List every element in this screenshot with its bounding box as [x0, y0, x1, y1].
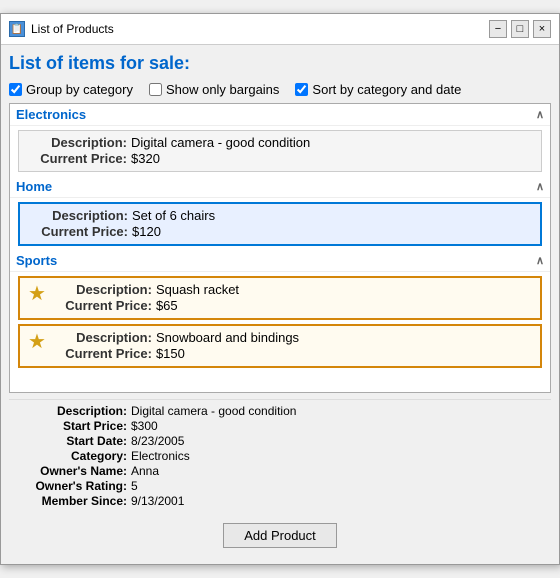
product-description-row: Description: Set of 6 chairs — [28, 208, 532, 223]
show-only-bargains-input[interactable] — [149, 83, 162, 96]
product-price-row: Current Price: $320 — [27, 151, 533, 166]
detail-panel: Description: Digital camera - good condi… — [9, 399, 551, 513]
product-description-row: Description: Digital camera - good condi… — [27, 135, 533, 150]
category-header-sports: Sports ∧ — [10, 250, 550, 272]
description-value: Digital camera - good condition — [131, 135, 310, 150]
price-value: $150 — [156, 346, 185, 361]
category-header-home: Home ∧ — [10, 176, 550, 198]
detail-category-label: Category: — [17, 449, 127, 463]
detail-member-since-row: Member Since: 9/13/2001 — [17, 494, 543, 508]
list-item[interactable]: ★ Description: Squash racket Current Pri… — [18, 276, 542, 320]
sports-collapse-icon[interactable]: ∧ — [536, 254, 544, 267]
product-price-row: Current Price: $65 — [52, 298, 532, 313]
sort-by-category-date-checkbox[interactable]: Sort by category and date — [295, 82, 461, 97]
detail-description-row: Description: Digital camera - good condi… — [17, 404, 543, 418]
detail-owner-name-value: Anna — [131, 464, 159, 478]
detail-category-row: Category: Electronics — [17, 449, 543, 463]
detail-category-value: Electronics — [131, 449, 190, 463]
description-label: Description: — [28, 208, 128, 223]
detail-owner-rating-label: Owner's Rating: — [17, 479, 127, 493]
detail-owner-rating-row: Owner's Rating: 5 — [17, 479, 543, 493]
product-list: Electronics ∧ Description: Digital camer… — [9, 103, 551, 393]
detail-start-date-value: 8/23/2005 — [131, 434, 184, 448]
close-button[interactable]: × — [533, 20, 551, 38]
group-by-category-label: Group by category — [26, 82, 133, 97]
price-label: Current Price: — [52, 298, 152, 313]
toolbar: Group by category Show only bargains Sor… — [9, 82, 551, 97]
show-only-bargains-checkbox[interactable]: Show only bargains — [149, 82, 279, 97]
description-value: Snowboard and bindings — [156, 330, 299, 345]
list-item[interactable]: ★ Description: Snowboard and bindings Cu… — [18, 324, 542, 368]
detail-member-since-label: Member Since: — [17, 494, 127, 508]
category-name-home: Home — [16, 179, 52, 194]
price-label: Current Price: — [52, 346, 152, 361]
detail-owner-name-label: Owner's Name: — [17, 464, 127, 478]
title-bar-left: 📋 List of Products — [9, 21, 114, 37]
title-bar-controls: − □ × — [489, 20, 551, 38]
description-label: Description: — [52, 330, 152, 345]
product-description-row: Description: Squash racket — [52, 282, 532, 297]
product-description-row: Description: Snowboard and bindings — [52, 330, 532, 345]
maximize-button[interactable]: □ — [511, 20, 529, 38]
description-label: Description: — [52, 282, 152, 297]
bottom-bar: Add Product — [9, 519, 551, 556]
add-product-button[interactable]: Add Product — [223, 523, 337, 548]
show-only-bargains-label: Show only bargains — [166, 82, 279, 97]
title-bar: 📋 List of Products − □ × — [1, 14, 559, 45]
detail-start-price-label: Start Price: — [17, 419, 127, 433]
category-header-electronics: Electronics ∧ — [10, 104, 550, 126]
description-value: Squash racket — [156, 282, 239, 297]
list-item[interactable]: Description: Set of 6 chairs Current Pri… — [18, 202, 542, 246]
category-name-electronics: Electronics — [16, 107, 86, 122]
product-text: Description: Squash racket Current Price… — [52, 282, 532, 314]
sort-by-category-date-input[interactable] — [295, 83, 308, 96]
category-name-sports: Sports — [16, 253, 57, 268]
detail-owner-rating-value: 5 — [131, 479, 138, 493]
window-icon: 📋 — [9, 21, 25, 37]
product-text: Description: Snowboard and bindings Curr… — [52, 330, 532, 362]
price-value: $65 — [156, 298, 178, 313]
detail-start-price-value: $300 — [131, 419, 158, 433]
bargain-star-icon: ★ — [28, 284, 46, 304]
minimize-button[interactable]: − — [489, 20, 507, 38]
product-price-row: Current Price: $120 — [28, 224, 532, 239]
main-window: 📋 List of Products − □ × List of items f… — [0, 13, 560, 565]
sort-by-category-date-label: Sort by category and date — [312, 82, 461, 97]
detail-member-since-value: 9/13/2001 — [131, 494, 184, 508]
description-label: Description: — [27, 135, 127, 150]
product-price-row: Current Price: $150 — [52, 346, 532, 361]
home-collapse-icon[interactable]: ∧ — [536, 180, 544, 193]
detail-start-date-label: Start Date: — [17, 434, 127, 448]
electronics-collapse-icon[interactable]: ∧ — [536, 108, 544, 121]
page-heading: List of items for sale: — [9, 53, 551, 74]
price-label: Current Price: — [28, 224, 128, 239]
group-by-category-input[interactable] — [9, 83, 22, 96]
window-body: List of items for sale: Group by categor… — [1, 45, 559, 564]
list-item[interactable]: Description: Digital camera - good condi… — [18, 130, 542, 172]
detail-owner-name-row: Owner's Name: Anna — [17, 464, 543, 478]
price-value: $320 — [131, 151, 160, 166]
window-title: List of Products — [31, 22, 114, 36]
detail-description-label: Description: — [17, 404, 127, 418]
price-label: Current Price: — [27, 151, 127, 166]
bargain-star-icon: ★ — [28, 332, 46, 352]
detail-start-date-row: Start Date: 8/23/2005 — [17, 434, 543, 448]
description-value: Set of 6 chairs — [132, 208, 215, 223]
detail-description-value: Digital camera - good condition — [131, 404, 296, 418]
price-value: $120 — [132, 224, 161, 239]
group-by-category-checkbox[interactable]: Group by category — [9, 82, 133, 97]
detail-start-price-row: Start Price: $300 — [17, 419, 543, 433]
